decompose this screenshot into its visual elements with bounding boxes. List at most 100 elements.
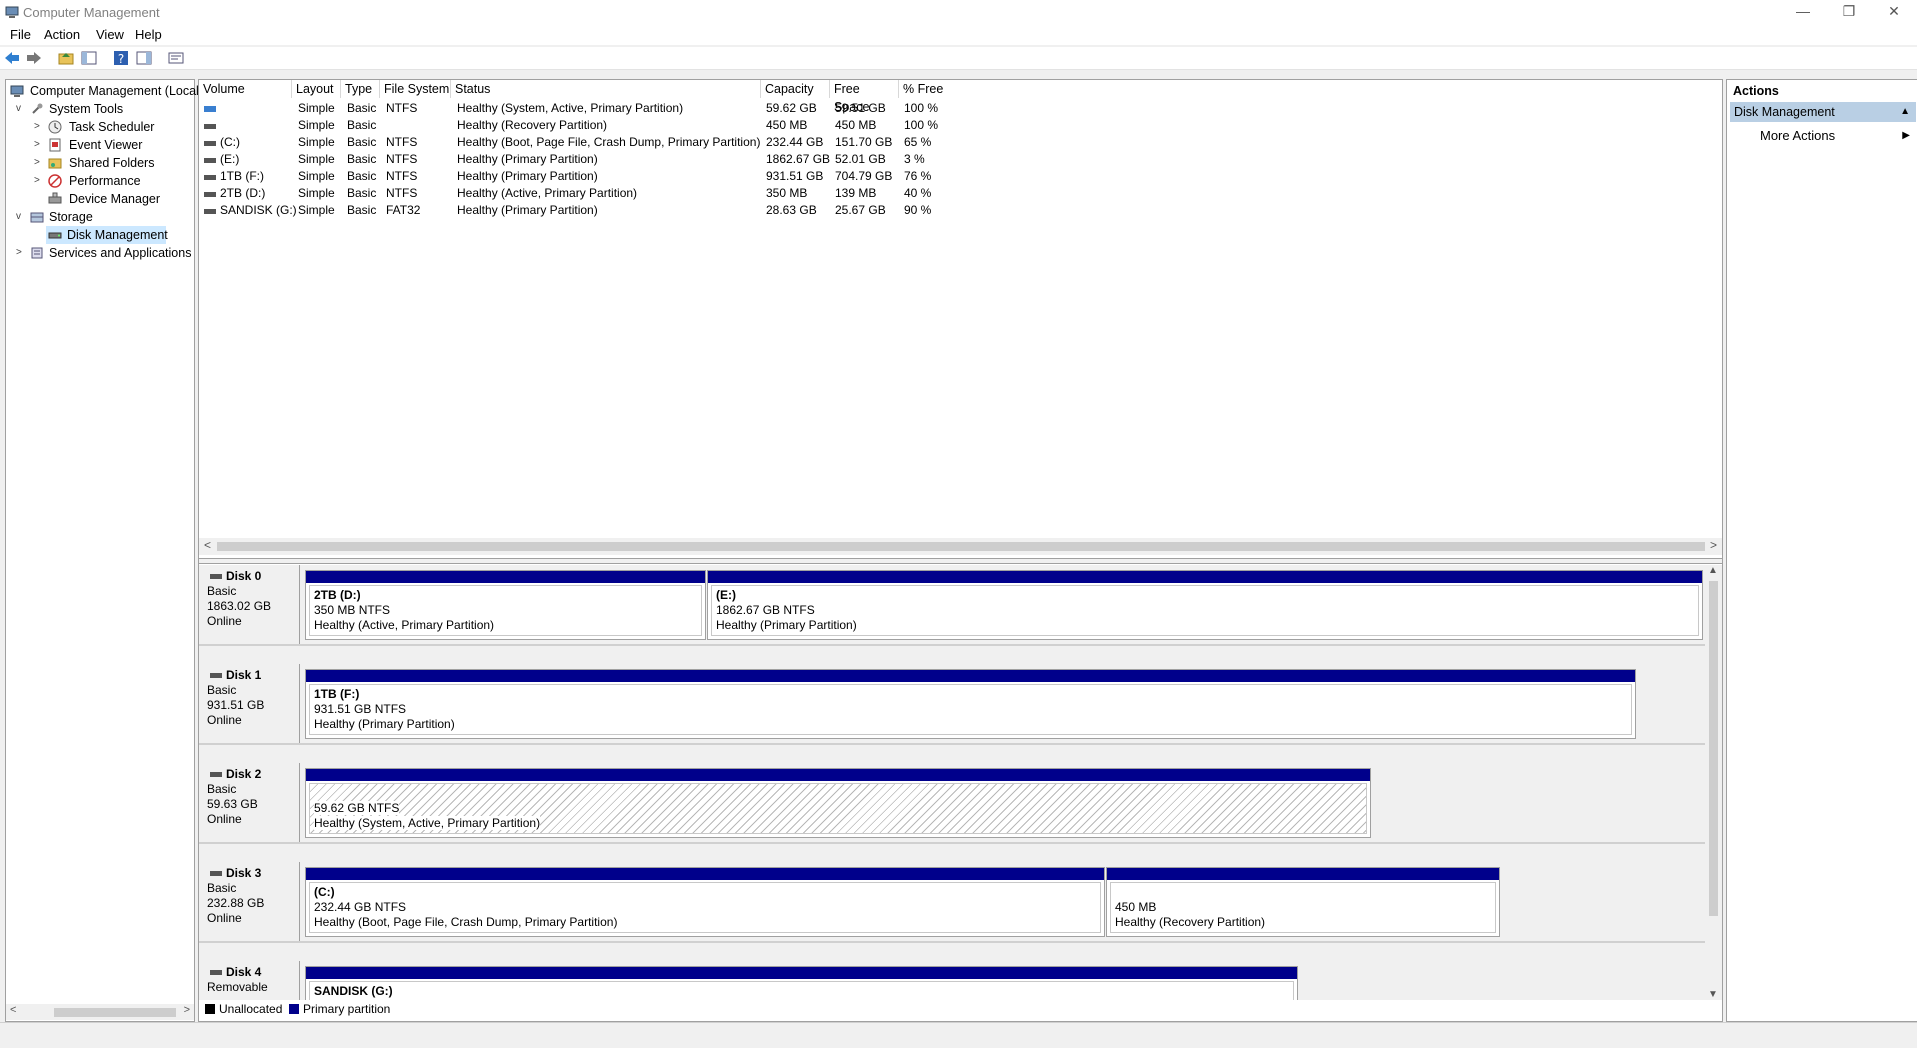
partition-1tb-f[interactable]: 1TB (F:) 931.51 GB NTFS Healthy (Primary… [305, 669, 1636, 739]
volume-icon [204, 141, 216, 146]
cell-capacity: 59.62 GB [766, 101, 817, 115]
partition-e[interactable]: (E:) 1862.67 GB NTFS Healthy (Primary Pa… [707, 570, 1703, 640]
tree-item-performance[interactable]: > Performance [8, 172, 194, 190]
disk-info[interactable]: Disk 1 Basic 931.51 GB Online [199, 664, 300, 743]
table-row[interactable]: SANDISK (G:) Simple Basic FAT32 Healthy (Pri… [199, 202, 1722, 219]
partition-recovery[interactable]: 450 MB Healthy (Recovery Partition) [1106, 867, 1500, 937]
volume-horizontal-scrollbar[interactable]: < > [199, 538, 1722, 555]
tree-item-device-manager[interactable]: Device Manager [8, 190, 194, 208]
column-header-percent-free[interactable]: % Free [899, 80, 1722, 98]
tree-item-label: Shared Folders [69, 156, 155, 170]
chevron-right-icon[interactable]: > [34, 118, 44, 136]
partition-details: 2TB (D:) 350 MB NTFS Healthy (Active, Pr… [309, 585, 702, 636]
scrollbar-thumb[interactable] [217, 542, 1705, 551]
tree-horizontal-scrollbar[interactable]: < > [6, 1004, 194, 1020]
column-header-status[interactable]: Status [451, 80, 761, 98]
forward-arrow-icon[interactable] [25, 49, 43, 67]
disk-info[interactable]: Disk 0 Basic 1863.02 GB Online [199, 565, 300, 644]
cell-free-space: 52.01 GB [835, 152, 886, 166]
up-folder-icon[interactable] [57, 49, 75, 67]
chevron-right-icon[interactable]: > [34, 172, 44, 190]
tree-item-disk-management[interactable]: Disk Management [46, 226, 168, 244]
partition-status: Healthy (Primary Partition) [314, 717, 455, 731]
menu-view[interactable]: View [96, 27, 124, 42]
cell-type: Basic [347, 203, 377, 217]
scrollbar-thumb[interactable] [1709, 581, 1718, 916]
cell-type: Basic [347, 169, 377, 183]
table-row[interactable]: 1TB (F:) Simple Basic NTFS Healthy (Primary … [199, 168, 1722, 185]
tree-item-shared-folders[interactable]: > Shared Folders [8, 154, 194, 172]
chevron-right-icon[interactable]: > [34, 154, 44, 172]
disk-row-4[interactable]: Disk 4 Removable SANDISK (G:) [199, 961, 1705, 1000]
minimize-button[interactable]: — [1780, 0, 1826, 24]
column-header-free-space[interactable]: Free Space [830, 80, 899, 114]
scroll-up-icon[interactable]: ▲ [1708, 565, 1718, 576]
actions-section-disk-management[interactable]: Disk Management ▲ [1730, 102, 1916, 122]
cell-status: Healthy (Boot, Page File, Crash Dump, Pr… [457, 135, 761, 149]
scroll-down-icon[interactable]: ▼ [1708, 989, 1718, 1000]
menu-file[interactable]: File [10, 27, 31, 42]
scroll-left-icon[interactable]: < [10, 1004, 16, 1016]
column-header-layout[interactable]: Layout [292, 80, 341, 98]
cell-status: Healthy (Primary Partition) [457, 203, 598, 217]
partition-sandisk-g[interactable]: SANDISK (G:) [305, 966, 1298, 1000]
properties-icon[interactable] [167, 49, 185, 67]
column-header-capacity[interactable]: Capacity [761, 80, 830, 98]
collapse-up-icon[interactable]: ▲ [1900, 102, 1910, 122]
actions-section-label: Disk Management [1734, 105, 1835, 119]
menu-help[interactable]: Help [135, 27, 162, 42]
tree-item-system-tools[interactable]: v System Tools [8, 100, 194, 118]
tree-item-computer-management[interactable]: Computer Management (Local [8, 82, 199, 100]
tree-item-storage[interactable]: v Storage [8, 208, 194, 226]
tree-item-label: Services and Applications [49, 246, 192, 260]
disk-row-0[interactable]: Disk 0 Basic 1863.02 GB Online 2TB (D:) … [199, 565, 1705, 646]
disk-info[interactable]: Disk 3 Basic 232.88 GB Online [199, 862, 300, 941]
table-row[interactable]: Simple Basic Healthy (Recovery Partition) 4… [199, 117, 1722, 134]
partition-2tb-d[interactable]: 2TB (D:) 350 MB NTFS Healthy (Active, Pr… [305, 570, 706, 640]
chevron-right-icon[interactable]: > [34, 136, 44, 154]
column-header-type[interactable]: Type [341, 80, 380, 98]
maximize-button[interactable]: ❐ [1826, 0, 1872, 24]
action-more-actions[interactable]: More Actions ▶ [1730, 126, 1916, 146]
disk-row-2[interactable]: Disk 2 Basic 59.63 GB Online 59.62 GB NT… [199, 763, 1705, 844]
chevron-down-icon[interactable]: v [16, 208, 26, 226]
disk-view-vertical-scrollbar[interactable]: ▲ ▼ [1705, 565, 1722, 1000]
tree-item-services-and-applications[interactable]: > Services and Applications [8, 244, 194, 262]
tree-item-event-viewer[interactable]: > Event Viewer [8, 136, 194, 154]
close-button[interactable]: ✕ [1871, 0, 1917, 24]
table-row[interactable]: (C:) Simple Basic NTFS Healthy (Boot, Page F… [199, 134, 1722, 151]
primary-partition-bar [306, 670, 1635, 682]
disk-row-3[interactable]: Disk 3 Basic 232.88 GB Online (C:) 232.4… [199, 862, 1705, 943]
chevron-right-icon[interactable]: > [16, 244, 26, 262]
partition-system[interactable]: 59.62 GB NTFS Healthy (System, Active, P… [305, 768, 1371, 838]
show-hide-console-tree-icon[interactable] [80, 49, 98, 67]
partition-status: Healthy (Recovery Partition) [1115, 915, 1266, 929]
back-arrow-icon[interactable] [3, 49, 21, 67]
help-icon[interactable]: ? [112, 49, 130, 67]
table-row[interactable]: (E:) Simple Basic NTFS Healthy (Primary Part… [199, 151, 1722, 168]
scroll-left-icon[interactable]: < [204, 538, 211, 552]
cell-file-system: NTFS [386, 152, 418, 166]
column-header-volume[interactable]: Volume [199, 80, 292, 98]
scroll-right-icon[interactable]: > [184, 1004, 190, 1016]
table-row[interactable]: 2TB (D:) Simple Basic NTFS Healthy (Active, … [199, 185, 1722, 202]
disk-row-1[interactable]: Disk 1 Basic 931.51 GB Online 1TB (F:) 9… [199, 664, 1705, 745]
menu-action[interactable]: Action [44, 27, 80, 42]
disk-info[interactable]: Disk 4 Removable [199, 961, 300, 1000]
cell-volume: (E:) [220, 152, 240, 166]
disk-info[interactable]: Disk 2 Basic 59.63 GB Online [199, 763, 300, 842]
menu-bar: File Action View Help [0, 26, 1917, 45]
column-header-file-system[interactable]: File System [380, 80, 451, 98]
cell-capacity: 232.44 GB [766, 135, 824, 149]
scroll-right-icon[interactable]: > [1710, 538, 1717, 552]
partition-details: (E:) 1862.67 GB NTFS Healthy (Primary Pa… [711, 585, 1699, 636]
chevron-down-icon[interactable]: v [16, 100, 26, 118]
partition-c[interactable]: (C:) 232.44 GB NTFS Healthy (Boot, Page … [305, 867, 1105, 937]
scrollbar-thumb[interactable] [54, 1008, 176, 1017]
tree-item-task-scheduler[interactable]: > Task Scheduler [8, 118, 194, 136]
disk-name: Disk 2 [226, 767, 262, 781]
primary-partition-bar [306, 571, 705, 583]
show-hide-action-pane-icon[interactable] [135, 49, 153, 67]
table-row[interactable]: Simple Basic NTFS Healthy (System, Active, … [199, 100, 1722, 117]
pane-splitter[interactable] [199, 558, 1722, 564]
